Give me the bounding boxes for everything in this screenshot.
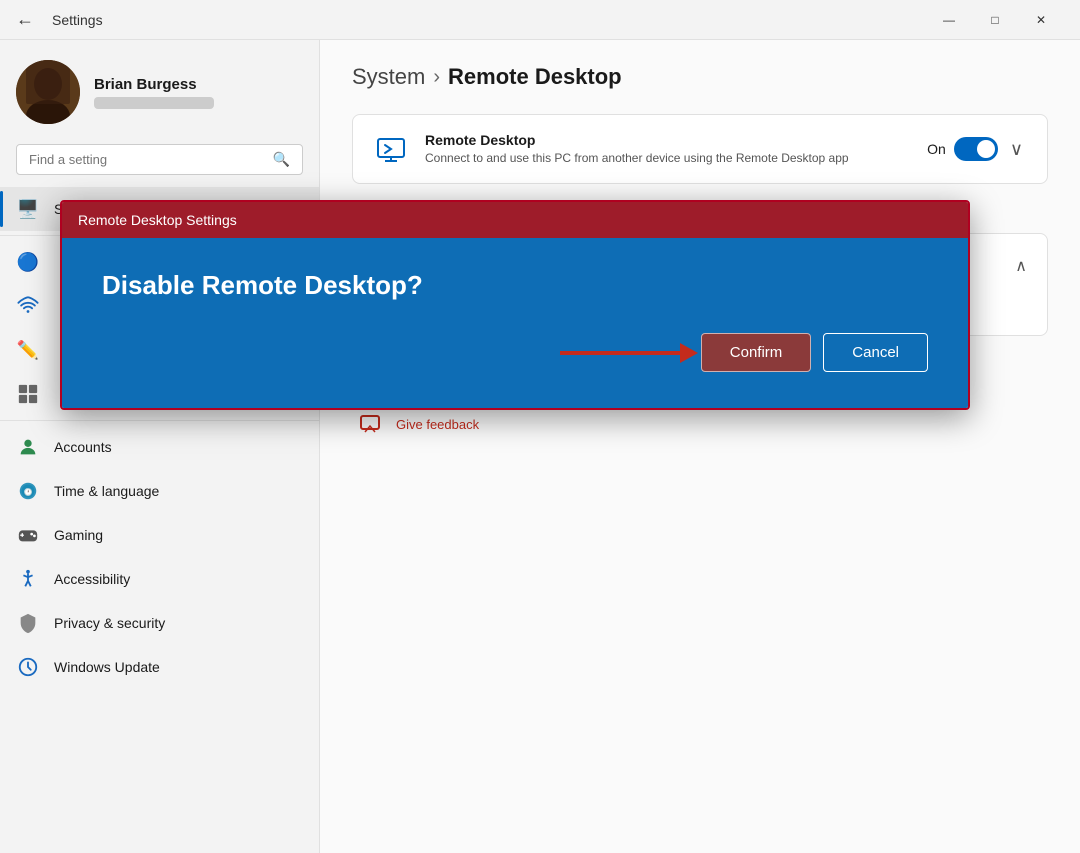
dialog-titlebar: Remote Desktop Settings <box>62 202 968 238</box>
dialog-overlay: Remote Desktop Settings Disable Remote D… <box>0 0 1080 853</box>
arrow-head <box>680 343 698 363</box>
arrow-indicator <box>560 343 698 363</box>
confirm-button[interactable]: Confirm <box>701 333 812 372</box>
cancel-button[interactable]: Cancel <box>823 333 928 372</box>
dialog-body: Disable Remote Desktop? Confirm Cancel <box>62 238 968 408</box>
disable-remote-dialog: Remote Desktop Settings Disable Remote D… <box>60 200 970 410</box>
dialog-actions: Confirm Cancel <box>102 333 928 372</box>
dialog-question: Disable Remote Desktop? <box>102 270 928 301</box>
arrow-shaft <box>560 351 680 355</box>
dialog-title-text: Remote Desktop Settings <box>78 212 237 228</box>
